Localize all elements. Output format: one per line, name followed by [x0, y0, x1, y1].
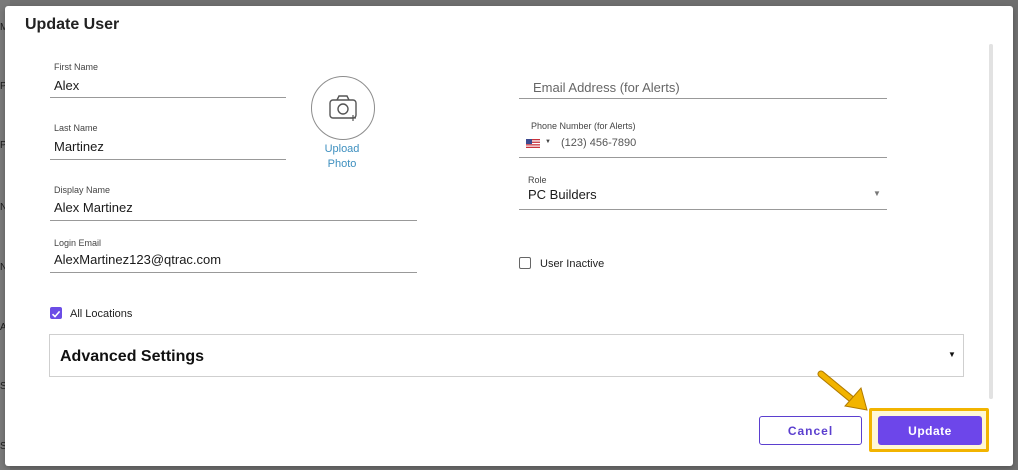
us-flag-icon[interactable]: [526, 139, 540, 148]
role-label: Role: [528, 175, 547, 185]
scrollbar[interactable]: [989, 44, 993, 399]
alert-email-placeholder[interactable]: Email Address (for Alerts): [533, 80, 680, 95]
alert-phone-placeholder[interactable]: (123) 456-7890: [561, 137, 636, 149]
upload-photo-link[interactable]: Upload Photo: [311, 142, 373, 172]
last-name-label: Last Name: [54, 123, 98, 133]
last-name-underline: [50, 159, 286, 160]
first-name-underline: [50, 97, 286, 98]
all-locations-label[interactable]: All Locations: [70, 308, 132, 320]
country-dropdown-caret-icon[interactable]: ▼: [545, 139, 551, 145]
advanced-settings-title: Advanced Settings: [60, 348, 205, 365]
upload-photo-button[interactable]: [311, 76, 375, 140]
alert-phone-label: Phone Number (for Alerts): [531, 121, 636, 131]
display-name-field[interactable]: Display Name Alex Martinez: [50, 184, 417, 222]
update-button[interactable]: Update: [878, 416, 982, 445]
update-user-dialog: Update User First Name Alex Last Name Ma…: [5, 6, 1013, 466]
pointer-arrow-icon: [817, 370, 868, 411]
user-inactive-checkbox[interactable]: [519, 257, 531, 269]
first-name-field[interactable]: First Name Alex: [50, 61, 286, 99]
login-email-underline: [50, 272, 417, 273]
role-value[interactable]: PC Builders: [528, 187, 597, 202]
dialog-title: Update User: [25, 16, 120, 33]
display-name-value[interactable]: Alex Martinez: [54, 200, 133, 215]
login-email-field[interactable]: Login Email AlexMartinez123@qtrac.com: [50, 237, 417, 275]
user-inactive-label[interactable]: User Inactive: [540, 258, 604, 270]
checkmark-icon: [51, 310, 61, 318]
first-name-label: First Name: [54, 62, 99, 72]
display-name-underline: [50, 220, 417, 221]
login-email-value[interactable]: AlexMartinez123@qtrac.com: [54, 252, 221, 267]
role-underline: [519, 209, 887, 210]
upload-photo-line2: Photo: [327, 158, 357, 170]
camera-add-icon: [329, 95, 357, 121]
alert-phone-underline: [519, 157, 887, 158]
upload-photo-line1: Upload: [324, 143, 360, 155]
first-name-value[interactable]: Alex: [54, 78, 79, 93]
display-name-label: Display Name: [54, 185, 111, 195]
role-select[interactable]: Role PC Builders: [519, 174, 887, 212]
login-email-label: Login Email: [54, 238, 102, 248]
role-dropdown-caret-icon[interactable]: ▼: [873, 189, 881, 198]
scrollbar-thumb[interactable]: [989, 44, 993, 399]
all-locations-checkbox[interactable]: [50, 307, 62, 319]
cancel-button[interactable]: Cancel: [759, 416, 862, 445]
last-name-value[interactable]: Martinez: [54, 139, 104, 154]
alert-email-field[interactable]: Email Address (for Alerts): [519, 76, 887, 100]
last-name-field[interactable]: Last Name Martinez: [50, 122, 286, 160]
alert-email-underline: [519, 98, 887, 99]
chevron-down-icon[interactable]: ▼: [948, 350, 956, 359]
